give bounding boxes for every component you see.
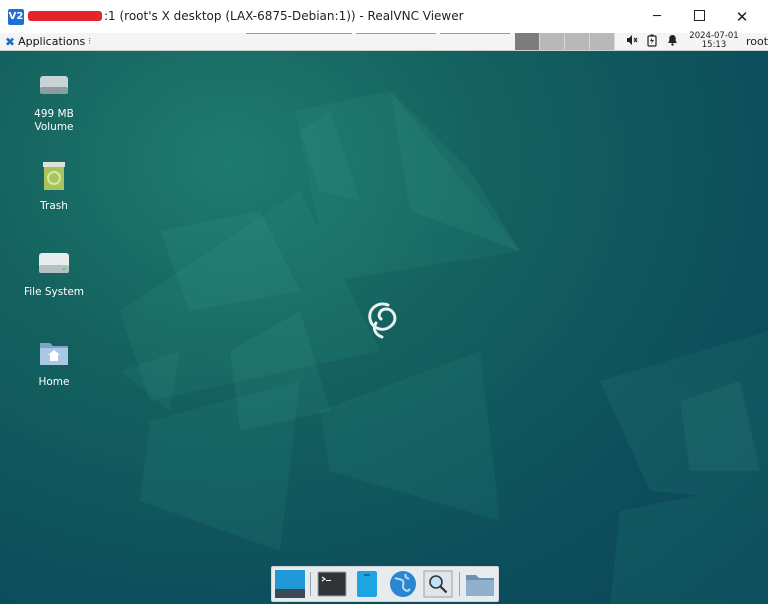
dock-terminal[interactable] <box>314 568 349 600</box>
icon-label: 499 MB <box>34 108 74 120</box>
minimize-button[interactable]: ─ <box>646 6 668 28</box>
drive-icon <box>40 76 68 94</box>
debian-wallpaper <box>120 91 768 604</box>
battery-icon[interactable] <box>647 34 657 50</box>
web-browser-icon <box>389 571 416 597</box>
notifications-bell-icon[interactable] <box>667 34 678 49</box>
desktop-area[interactable]: 499 MB Volume Trash File System Home <box>0 51 768 604</box>
close-button[interactable]: ✕ <box>731 6 753 28</box>
maximize-button[interactable] <box>688 6 710 28</box>
xfce-top-panel: ✖ Applications ⁝ 2024-07-01 15:13 root <box>0 32 768 51</box>
panel-clock[interactable]: 2024-07-01 15:13 <box>686 32 742 50</box>
tasklist-separator <box>246 33 352 34</box>
dock-folder[interactable] <box>463 568 498 600</box>
file-manager-icon <box>357 571 378 597</box>
redacted-hostname <box>28 11 102 21</box>
dock-app-finder[interactable] <box>420 568 455 600</box>
desktop-icon-home[interactable]: Home <box>14 337 94 389</box>
menu-handle-icon: ⁝ <box>88 36 92 47</box>
user-menu[interactable]: root <box>746 35 768 48</box>
filesystem-drive-icon <box>39 253 69 273</box>
applications-menu-button[interactable]: ✖ Applications ⁝ <box>5 34 91 49</box>
icon-label: Volume <box>34 121 74 133</box>
folder-icon <box>466 575 495 596</box>
dock-separator <box>458 572 460 596</box>
trash-icon <box>43 162 65 190</box>
icon-label: File System <box>23 286 85 298</box>
dock-separator <box>310 572 312 596</box>
volume-muted-icon[interactable] <box>626 34 638 49</box>
xfce-logo-icon: ✖ <box>5 34 16 49</box>
dock-file-manager[interactable] <box>350 568 385 600</box>
desktop-icon-trash[interactable]: Trash <box>14 159 94 213</box>
desktop-icon-volume[interactable]: 499 MB Volume <box>14 71 94 134</box>
icon-label: Trash <box>40 200 68 212</box>
bottom-dock <box>271 566 499 602</box>
maximize-icon <box>693 9 705 21</box>
tasklist-separator <box>356 33 436 34</box>
icon-label: Home <box>38 376 70 388</box>
home-folder-icon <box>40 343 68 365</box>
window-title: :1 (root's X desktop (LAX-6875-Debian:1)… <box>104 9 464 23</box>
debian-swirl-logo <box>368 302 397 339</box>
terminal-icon <box>317 571 347 597</box>
desktop-icon-file-system[interactable]: File System <box>14 247 94 299</box>
realvnc-logo-icon[interactable]: V2 <box>8 9 24 25</box>
vnc-window-titlebar: V2 :1 (root's X desktop (LAX-6875-Debian… <box>0 0 768 34</box>
workspace-2[interactable] <box>540 33 565 50</box>
dock-show-desktop[interactable] <box>272 568 307 600</box>
workspace-1[interactable] <box>515 33 540 50</box>
tasklist-separator <box>440 33 510 34</box>
applications-label: Applications <box>18 35 86 48</box>
dock-web-browser[interactable] <box>385 568 420 600</box>
app-finder-icon <box>423 570 453 598</box>
workspace-4[interactable] <box>590 33 615 50</box>
clock-time: 15:13 <box>701 40 727 50</box>
workspace-switcher <box>515 33 615 50</box>
workspace-3[interactable] <box>565 33 590 50</box>
show-desktop-icon <box>274 570 305 598</box>
